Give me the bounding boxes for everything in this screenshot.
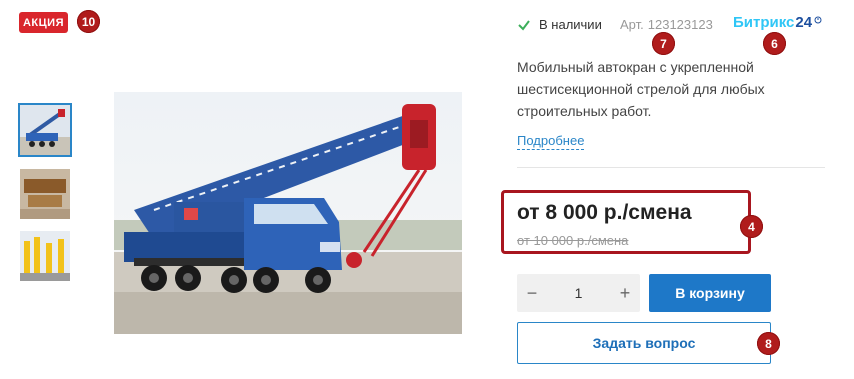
sku: Арт. 123123123 [620,17,713,32]
quantity-decrease-button[interactable]: − [517,274,547,312]
annotation-marker-7: 7 [652,32,675,55]
thumbnail-yellow-crane-image [20,231,70,281]
product-main-image[interactable] [114,92,462,334]
annotation-marker-4: 4 [740,215,763,238]
thumbnail-yellow-crane[interactable] [20,231,70,281]
logo-number: 24 [795,14,813,31]
thumbnail-machinery[interactable] [20,169,70,219]
more-details-link[interactable]: Подробнее [517,133,585,150]
add-to-cart-button[interactable]: В корзину [649,274,771,312]
annotation-marker-6: 6 [763,32,786,55]
bitrix24-logo[interactable]: Битрикс 24 [733,14,822,31]
price-old: от 10 000 р./смена [517,233,629,248]
thumbnail-machinery-image [20,169,70,219]
ask-question-button[interactable]: Задать вопрос [517,322,771,364]
quantity-value[interactable]: 1 [547,274,610,312]
quantity-increase-button[interactable]: + [610,274,640,312]
stock-status: В наличии [517,17,602,32]
logo-text: Битрикс [733,14,795,31]
product-description: Мобильный автокран с укрепленной шестисе… [517,59,765,119]
sku-label: Арт. [620,17,644,32]
annotation-marker-10: 10 [77,10,100,33]
stock-label: В наличии [539,17,602,32]
divider [517,167,825,168]
clock-icon [814,16,822,23]
thumbnail-crane[interactable] [18,103,72,157]
check-icon [518,19,530,31]
price-current: от 8 000 р./смена [517,201,692,224]
crane-truck-illustration [114,92,462,334]
thumbnail-crane-image [20,105,70,155]
quantity-stepper: − 1 + [517,274,640,312]
sale-badge: АКЦИЯ [19,12,68,33]
annotation-marker-8: 8 [757,332,780,355]
sku-value: 123123123 [647,17,713,32]
